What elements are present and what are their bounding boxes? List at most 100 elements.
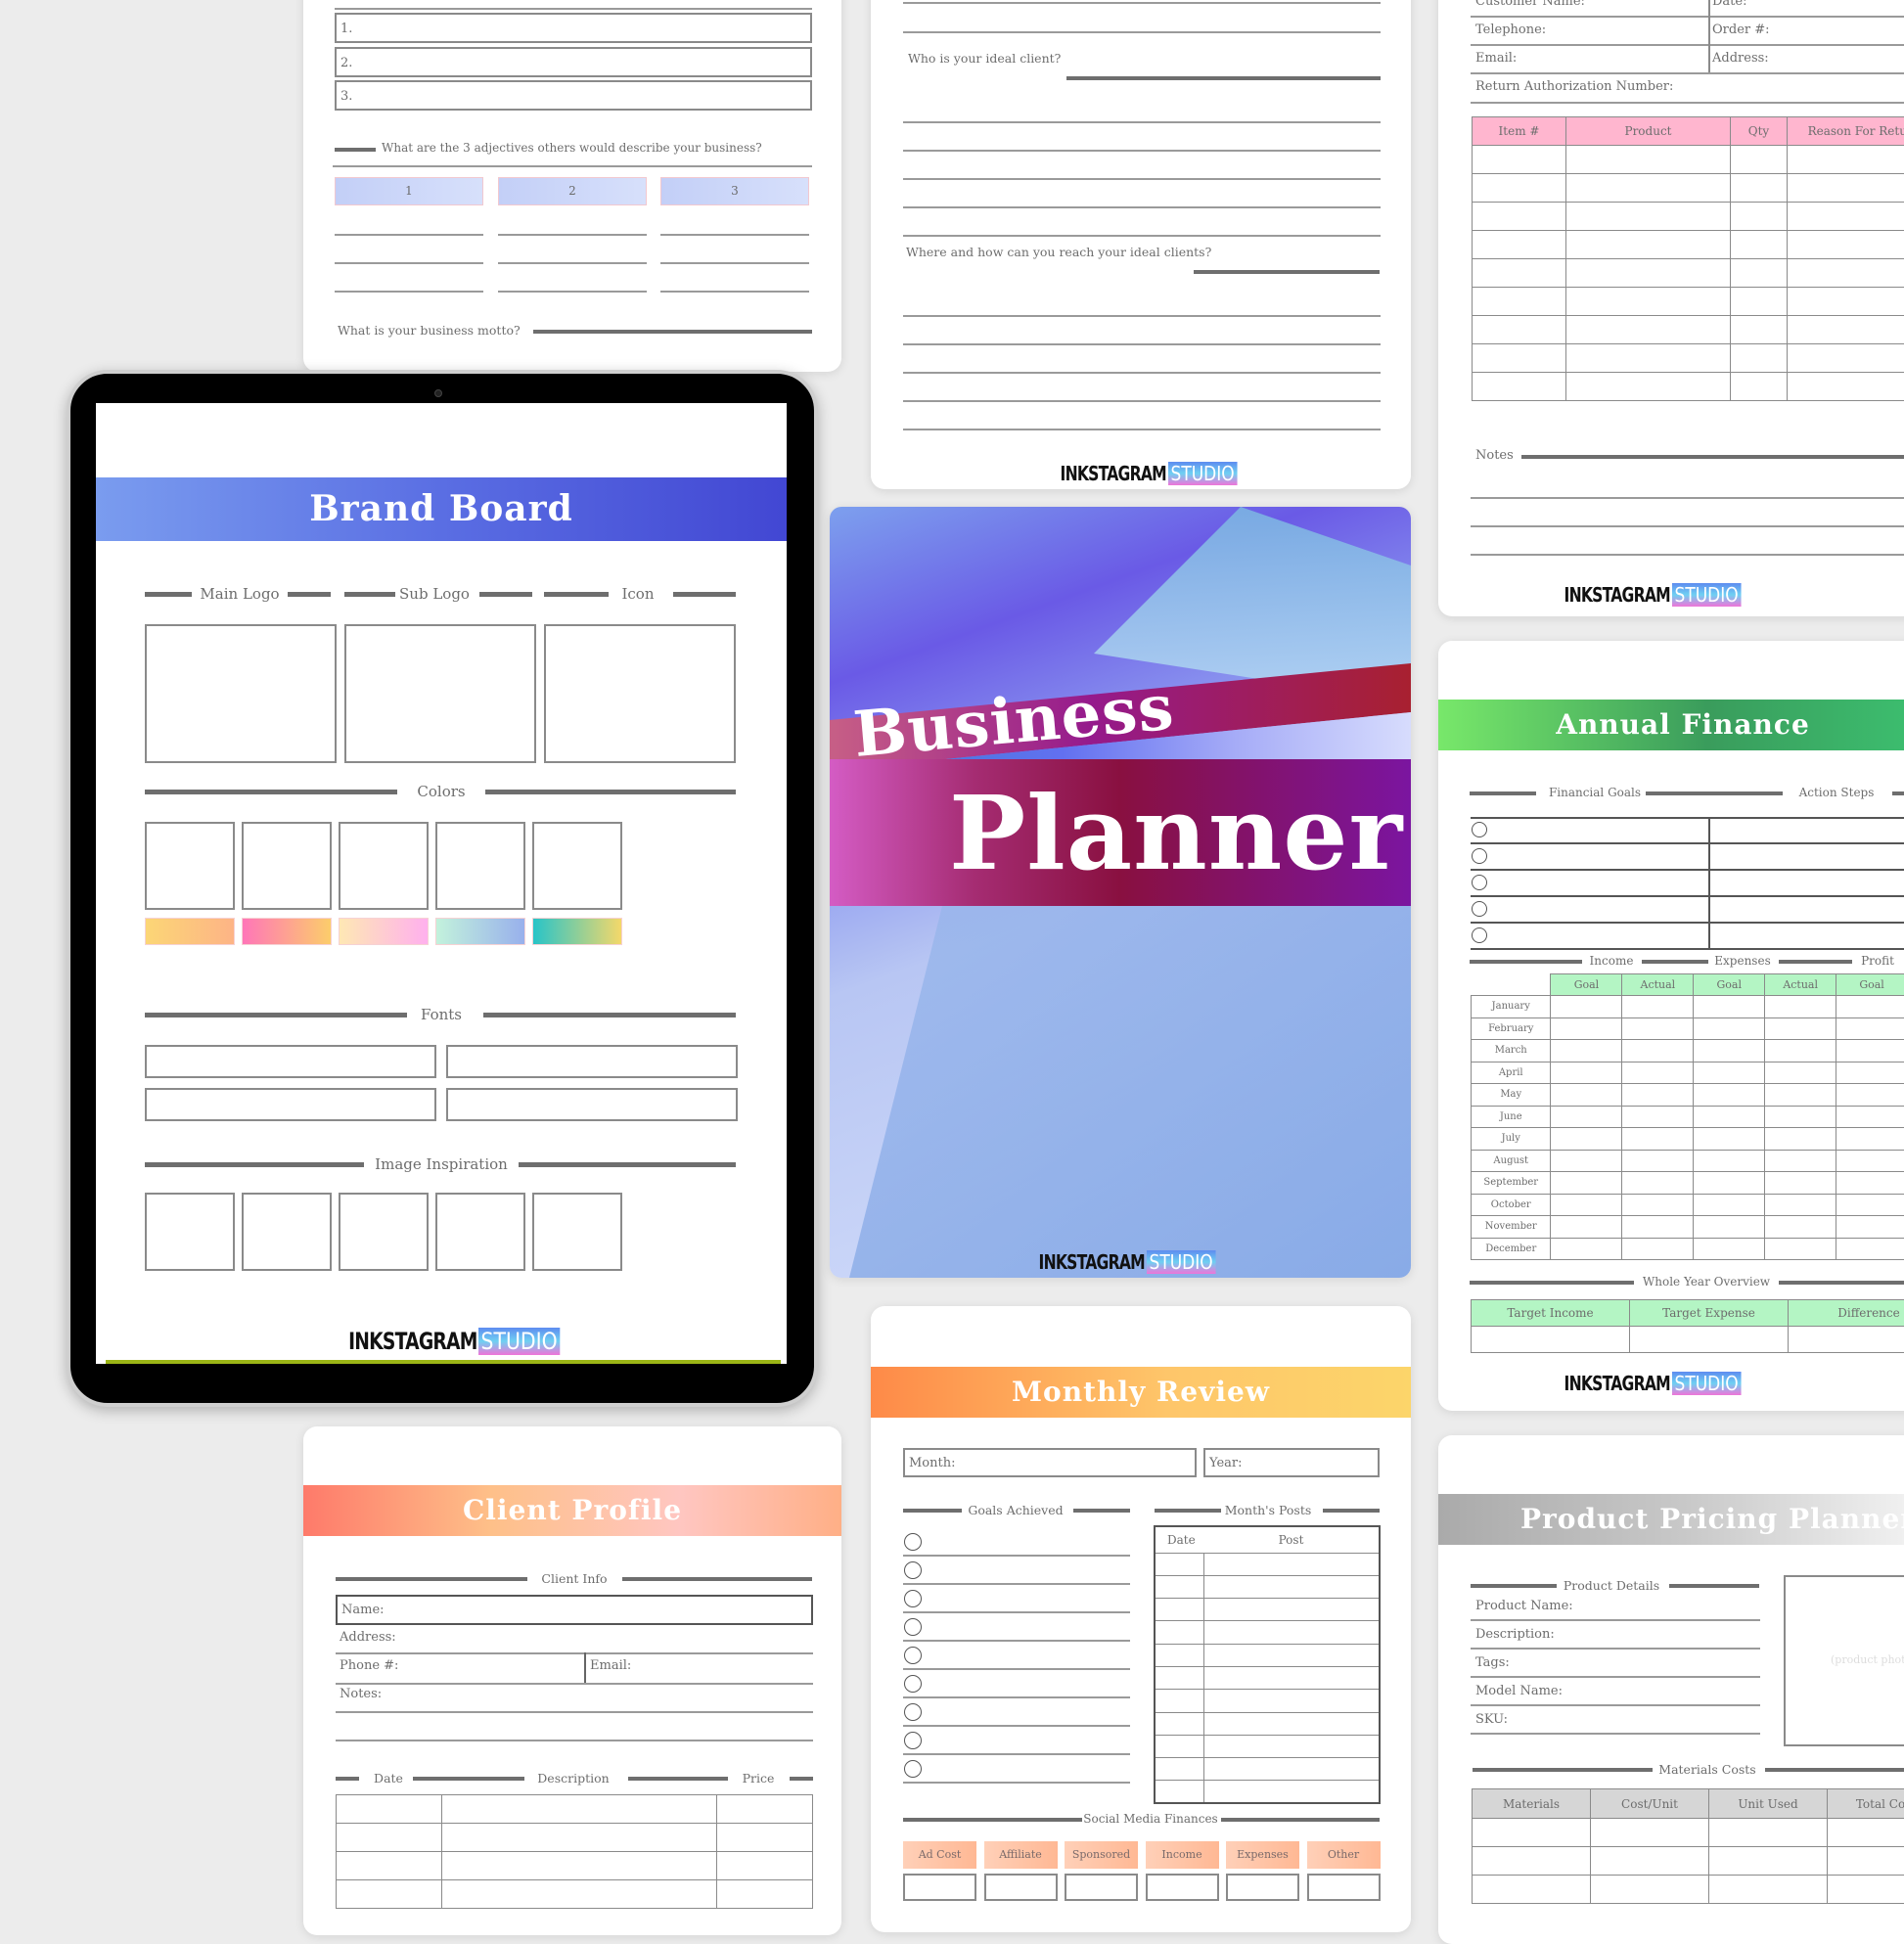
goal-achieved-checkbox-5[interactable] <box>904 1647 922 1664</box>
goal-achieved-checkbox-9[interactable] <box>904 1760 922 1778</box>
sub-logo-box[interactable] <box>344 624 536 763</box>
product-pricing-title: Product Pricing Planner <box>1438 1494 1904 1545</box>
monthly-finance-table: GoalActualGoalActualGoalActualJanuaryFeb… <box>1471 973 1904 1260</box>
table-row <box>1155 1621 1380 1644</box>
color-box-3[interactable] <box>339 822 429 910</box>
brand-logo: INKSTAGRAMSTUDIO <box>1546 581 1742 609</box>
brand-logo: INKSTAGRAMSTUDIO <box>1020 1248 1216 1276</box>
table-row: July <box>1472 1128 1904 1151</box>
goal-checkbox-3[interactable] <box>1472 875 1487 890</box>
goal-achieved-checkbox-7[interactable] <box>904 1703 922 1721</box>
inspiration-box-5[interactable] <box>532 1193 622 1271</box>
goal-achieved-checkbox-8[interactable] <box>904 1732 922 1749</box>
client-purchases-table <box>336 1794 813 1909</box>
finance-value-field-3[interactable] <box>1065 1874 1138 1901</box>
finance-header-affiliate: Affiliate <box>984 1841 1058 1869</box>
table-row: December <box>1472 1238 1904 1260</box>
color-swatch-3 <box>339 918 429 945</box>
camera-icon <box>434 389 442 397</box>
whole-year-overview-table: Target Income Target Expense Difference <box>1471 1299 1904 1353</box>
motto-question: What is your business motto? <box>338 323 521 338</box>
numbered-field-2[interactable]: 2. <box>335 47 812 77</box>
client-name-field[interactable]: Name: <box>336 1595 813 1625</box>
inspiration-box-1[interactable] <box>145 1193 235 1271</box>
year-field[interactable]: Year: <box>1203 1448 1380 1477</box>
table-row <box>1155 1712 1380 1735</box>
product-field-label: Product Name: <box>1475 1599 1573 1613</box>
returns-page: Customer Name: Date: Telephone: Order #:… <box>1438 0 1904 616</box>
adjectives-question: What are the 3 adjectives others would d… <box>382 141 762 155</box>
table-row <box>1155 1758 1380 1781</box>
goal-achieved-checkbox-6[interactable] <box>904 1675 922 1693</box>
icon-box[interactable] <box>544 624 736 763</box>
color-swatch-1 <box>145 918 235 945</box>
numbered-field-3[interactable]: 3. <box>335 80 812 111</box>
font-field-3[interactable] <box>145 1088 436 1121</box>
table-row <box>1155 1666 1380 1689</box>
cover-title-planner: Planner <box>949 773 1403 893</box>
table-row: April <box>1472 1062 1904 1084</box>
color-swatch-2 <box>242 918 332 945</box>
finance-col-header: Goal <box>1836 974 1904 996</box>
table-row: March <box>1472 1040 1904 1062</box>
brand-board-title: Brand Board <box>96 477 787 541</box>
finance-value-field-2[interactable] <box>984 1874 1058 1901</box>
ideal-client-question: Who is your ideal client? <box>908 51 1061 66</box>
image-inspiration-label: Image Inspiration <box>364 1155 519 1173</box>
table-row: August <box>1472 1150 1904 1172</box>
ideal-client-page: Who is your ideal client? Where and how … <box>871 0 1411 489</box>
client-profile-title: Client Profile <box>303 1485 841 1536</box>
finance-header-ad-cost: Ad Cost <box>903 1841 976 1869</box>
table-row <box>1155 1644 1380 1666</box>
finance-value-field-6[interactable] <box>1307 1874 1381 1901</box>
goal-checkbox-4[interactable] <box>1472 901 1487 917</box>
font-field-2[interactable] <box>446 1045 738 1078</box>
table-row: September <box>1472 1172 1904 1195</box>
finance-value-field-5[interactable] <box>1226 1874 1299 1901</box>
color-box-4[interactable] <box>435 822 525 910</box>
annual-finance-title: Annual Finance <box>1438 700 1904 750</box>
numbered-field-1[interactable]: 1. <box>335 13 812 43</box>
adjective-header-2: 2 <box>498 177 647 205</box>
brand-logo: INKSTAGRAMSTUDIO <box>1027 460 1252 487</box>
finance-col-header: Actual <box>1622 974 1694 996</box>
font-field-4[interactable] <box>446 1088 738 1121</box>
notes-label: Notes <box>1475 448 1514 463</box>
table-row <box>1155 1575 1380 1598</box>
finance-header-expenses: Expenses <box>1226 1841 1299 1869</box>
goal-achieved-checkbox-2[interactable] <box>904 1561 922 1579</box>
goal-checkbox-5[interactable] <box>1472 927 1487 943</box>
month-posts-table: DatePost <box>1154 1525 1381 1804</box>
brand-logo: INKSTAGRAMSTUDIO <box>1546 1370 1742 1397</box>
inspiration-box-3[interactable] <box>339 1193 429 1271</box>
return-auth-label: Return Authorization Number: <box>1475 79 1673 94</box>
annual-finance-page: Annual Finance Financial Goals Action St… <box>1438 641 1904 1411</box>
goal-achieved-checkbox-1[interactable] <box>904 1533 922 1551</box>
client-notes-label: Notes: <box>340 1687 382 1701</box>
finance-value-field-4[interactable] <box>1146 1874 1219 1901</box>
font-field-1[interactable] <box>145 1045 436 1078</box>
product-photo-box[interactable]: (product photo) <box>1784 1575 1904 1746</box>
goal-checkbox-2[interactable] <box>1472 848 1487 864</box>
color-swatch-4 <box>435 918 525 945</box>
inspiration-box-2[interactable] <box>242 1193 332 1271</box>
color-box-5[interactable] <box>532 822 622 910</box>
month-field[interactable]: Month: <box>903 1448 1197 1477</box>
goal-checkbox-1[interactable] <box>1472 822 1487 837</box>
color-box-2[interactable] <box>242 822 332 910</box>
finance-col-header: Goal <box>1551 974 1622 996</box>
table-row: June <box>1472 1106 1904 1128</box>
table-row <box>1155 1735 1380 1757</box>
goal-achieved-checkbox-3[interactable] <box>904 1590 922 1607</box>
goal-achieved-checkbox-4[interactable] <box>904 1618 922 1636</box>
product-field-label: Model Name: <box>1475 1684 1563 1698</box>
finance-value-field-1[interactable] <box>903 1874 976 1901</box>
table-row <box>1155 1690 1380 1712</box>
client-email-label: Email: <box>590 1658 631 1673</box>
reach-clients-question: Where and how can you reach your ideal c… <box>906 245 1211 259</box>
color-box-1[interactable] <box>145 822 235 910</box>
table-row <box>1155 1553 1380 1575</box>
main-logo-box[interactable] <box>145 624 337 763</box>
inspiration-box-4[interactable] <box>435 1193 525 1271</box>
product-field-label: Description: <box>1475 1627 1555 1642</box>
